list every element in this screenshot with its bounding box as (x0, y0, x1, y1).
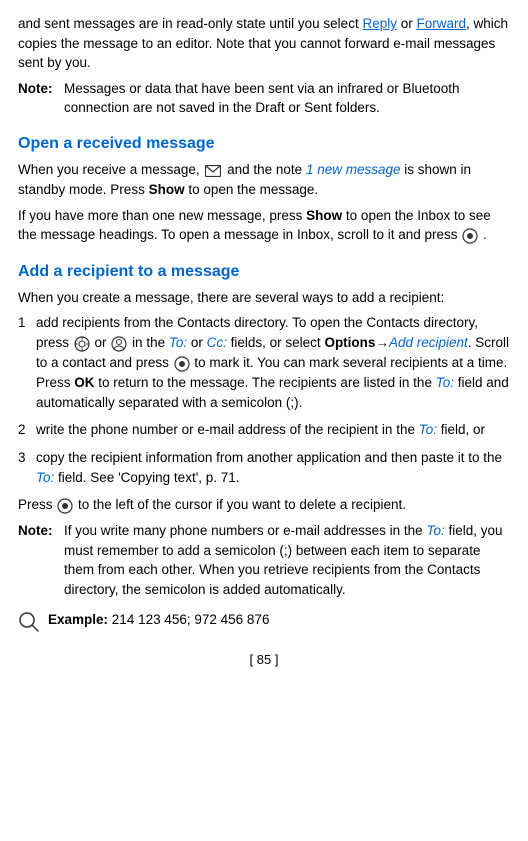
list-content-2: write the phone number or e-mail address… (36, 420, 510, 440)
section1-heading: Open a received message (18, 132, 510, 155)
s1p1-end: to open the message. (185, 182, 319, 197)
list-item-1: 1 add recipients from the Contacts direc… (18, 313, 510, 412)
list-number-3: 3 (18, 448, 36, 487)
section1-para1: When you receive a message, and the note… (18, 160, 510, 200)
reply-link[interactable]: Reply (362, 16, 397, 31)
contacts-icon-1 (74, 334, 90, 354)
joystick-icon (462, 226, 478, 246)
s1p2-end: . (483, 227, 487, 242)
list-number-1: 1 (18, 313, 36, 412)
list-content-1: add recipients from the Contacts directo… (36, 313, 510, 412)
note1-label: Note: (18, 79, 64, 118)
li1-to-label: To: (169, 335, 187, 350)
example-text: Example: 214 123 456; 972 456 876 (48, 610, 510, 630)
example-label: Example: (48, 612, 108, 627)
press-delete-line: Press to the left of the cursor if you w… (18, 495, 510, 515)
section1-para2: If you have more than one new message, p… (18, 206, 510, 246)
list-number-2: 2 (18, 420, 36, 440)
li1-cc-label: Cc: (207, 335, 227, 350)
li1-or: or (95, 335, 111, 350)
s1p1-and: and the note (227, 162, 306, 177)
numbered-list: 1 add recipients from the Contacts direc… (18, 313, 510, 487)
note-block-1: Note: Messages or data that have been se… (18, 79, 510, 118)
example-search-icon (18, 611, 40, 633)
note1-text: Messages or data that have been sent via… (64, 79, 510, 118)
note2-text: If you write many phone numbers or e-mai… (64, 521, 510, 599)
envelope-icon (205, 161, 221, 181)
list-item-3: 3 copy the recipient information from an… (18, 448, 510, 487)
page-number: [ 85 ] (250, 652, 279, 667)
note-block-2: Note: If you write many phone numbers or… (18, 521, 510, 599)
li1-arrow: → (375, 335, 389, 350)
note2-label: Note: (18, 521, 64, 599)
forward-link[interactable]: Forward (416, 16, 466, 31)
s1p1-before: When you receive a message, (18, 162, 200, 177)
note2-to: To: (426, 523, 444, 538)
li2-before: write the phone number or e-mail address… (36, 422, 485, 437)
s1p1-italic: 1 new message (306, 162, 401, 177)
intro-paragraph: and sent messages are in read-only state… (18, 14, 510, 73)
delete-icon (57, 496, 73, 516)
li1-to2: To: (436, 375, 454, 390)
li3-before: copy the recipient information from anot… (36, 450, 502, 485)
li1-add-recipient: Add recipient (389, 335, 468, 350)
s1p1-show: Show (149, 182, 185, 197)
intro-or: or (397, 16, 417, 31)
press-text-after: to the left of the cursor if you want to… (78, 497, 406, 512)
mark-icon (174, 354, 190, 374)
s1p2-before: If you have more than one new message, p… (18, 208, 306, 223)
page-footer: [ 85 ] (18, 651, 510, 670)
note2-before: If you write many phone numbers or e-mai… (64, 523, 503, 597)
list-item-2: 2 write the phone number or e-mail addre… (18, 420, 510, 440)
s1p2-show: Show (306, 208, 342, 223)
li2-to: To: (419, 422, 437, 437)
example-block: Example: 214 123 456; 972 456 876 (18, 610, 510, 633)
li3-to: To: (36, 470, 54, 485)
section2-heading: Add a recipient to a message (18, 260, 510, 283)
li1-options: Options (324, 335, 375, 350)
list-content-3: copy the recipient information from anot… (36, 448, 510, 487)
example-number: 214 123 456; 972 456 876 (112, 612, 270, 627)
li1-ok: OK (74, 375, 94, 390)
press-text-before: Press (18, 497, 56, 512)
section2-intro: When you create a message, there are sev… (18, 288, 510, 308)
contacts-icon-2 (111, 334, 127, 354)
intro-text-before: and sent messages are in read-only state… (18, 16, 362, 31)
